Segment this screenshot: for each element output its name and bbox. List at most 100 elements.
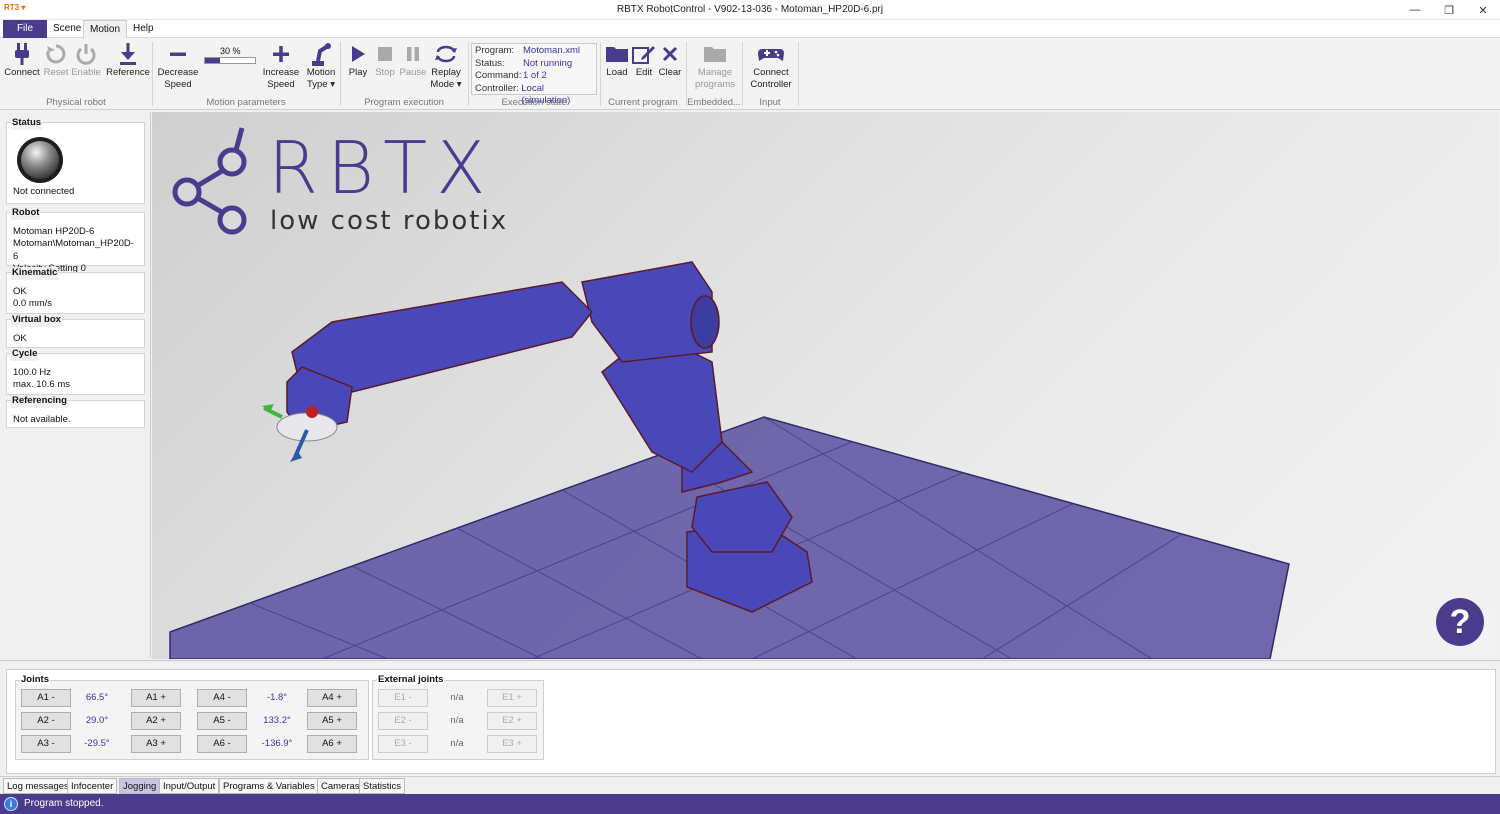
reference-button[interactable]: Reference [105,41,151,79]
close-button[interactable]: ✕ [1466,0,1500,20]
restore-button[interactable]: ❐ [1432,0,1466,20]
jog-plus-button[interactable]: A5 + [307,712,357,730]
logo-tagline: low cost robotix [270,206,509,236]
jog-minus-button[interactable]: A1 - [21,689,71,707]
group-embedded: Embedded... [687,97,741,108]
cycle-box: Cycle 100.0 Hz max. 10.6 ms [6,348,145,395]
ext-jog-minus-button[interactable]: E1 - [378,689,428,707]
logo-title: RBTX [268,126,495,210]
menu-file[interactable]: File [3,20,47,38]
stop-icon [378,47,392,61]
joint-value: -136.9° [261,738,293,749]
clear-button[interactable]: Clear [657,41,683,79]
joint-value: -1.8° [266,692,288,703]
speed-slider[interactable] [204,57,256,64]
ext-jog-plus-button[interactable]: E3 + [487,735,537,753]
robot-box: Robot Motoman HP20D-6 Motoman\Motoman_HP2… [6,207,145,274]
replay-mode-dropdown[interactable]: Replay Mode ▾ [428,41,464,91]
joint-value: 133.2° [263,715,291,726]
tab-statistics[interactable]: Statistics [359,778,406,794]
execution-state-panel: Program: Motoman.xml Status: Not running C… [471,43,597,106]
load-button[interactable]: Load [603,41,631,79]
menu-help[interactable]: Help [127,20,160,38]
minus-icon [170,52,186,56]
help-button[interactable]: ? [1436,598,1484,646]
reset-button[interactable]: Reset [42,41,70,79]
minimize-button[interactable]: — [1398,0,1432,20]
group-motion-parameters: Motion parameters [206,97,286,108]
window-title: RBTX RobotControl - V902-13-036 - Motoma… [616,4,884,15]
bottom-tabs: Log messages Infocenter Jogging Input/Outpu… [0,776,1500,794]
play-button[interactable]: Play [344,41,372,79]
tab-input-output[interactable]: Input/Output [159,778,220,794]
enable-button[interactable]: Enable [71,41,101,79]
jog-plus-button[interactable]: A4 + [307,689,357,707]
status-led-icon [16,136,66,184]
gamepad-icon [758,49,784,61]
folder-disabled-icon [704,47,726,62]
group-execution-state: Execution state [501,97,567,108]
ext-jog-plus-button[interactable]: E2 + [487,712,537,730]
jog-plus-button[interactable]: A1 + [131,689,181,707]
tab-cameras[interactable]: Cameras [317,778,364,794]
plus-icon [273,46,289,62]
3d-viewport[interactable]: RBTX low cost robotix ? [152,112,1498,659]
referencing-box: Referencing Not available. [6,395,145,428]
speed-value: 30 % [220,46,241,56]
group-program-execution: Program execution [364,97,444,108]
jog-minus-button[interactable]: A2 - [21,712,71,730]
stop-button[interactable]: Stop [372,41,398,79]
jog-minus-button[interactable]: A6 - [197,735,247,753]
play-icon [352,46,365,62]
ext-joint-value: n/a [450,715,464,726]
ext-jog-minus-button[interactable]: E2 - [378,712,428,730]
folder-icon [606,47,628,62]
connect-controller-button[interactable]: Connect Controller [746,41,796,91]
status-sidebar: Status Not connected Robot Motoman HP20D… [0,112,151,658]
manage-programs-button[interactable]: Manage programs [690,41,740,91]
ext-jog-plus-button[interactable]: E1 + [487,689,537,707]
connect-button[interactable]: Connect [4,41,40,79]
joint-value: 66.5° [85,692,109,703]
joint-value: 29.0° [85,715,109,726]
command-counter: 1 of 2 [523,70,547,81]
decrease-speed-button[interactable]: Decrease Speed [156,41,200,91]
tab-infocenter[interactable]: Infocenter [67,778,118,794]
group-input: Input [759,97,781,108]
robot-arm-icon [312,43,331,66]
increase-speed-button[interactable]: Increase Speed [260,41,302,91]
kinematic-box: Kinematic OK 0.0 mm/s [6,267,145,314]
plug-icon [15,43,29,65]
status-bar: i Program stopped. [0,794,1500,814]
jog-plus-button[interactable]: A6 + [307,735,357,753]
info-icon: i [4,797,18,811]
jog-minus-button[interactable]: A3 - [21,735,71,753]
motion-type-dropdown[interactable]: Motion Type ▾ [304,41,338,91]
program-name: Motoman.xml [523,45,581,56]
menu-scene[interactable]: Scene [47,20,87,38]
rbtx-logo-icon [172,127,247,235]
jog-minus-button[interactable]: A5 - [197,712,247,730]
group-current-program: Current program [608,97,678,108]
edit-button[interactable]: Edit [631,41,657,79]
tab-jogging[interactable]: Jogging [119,778,161,794]
group-physical-robot: Physical robot [46,97,106,108]
ext-jog-minus-button[interactable]: E3 - [378,735,428,753]
pause-icon [407,47,419,61]
menu-motion[interactable]: Motion [83,20,128,39]
download-arrow-icon [120,43,136,65]
jogging-panel: Joints External joints A1 -66.5° A1 + A4 -… [0,660,1500,776]
tab-programs-variables[interactable]: Programs & Variables [219,778,319,794]
tab-log-messages[interactable]: Log messages [3,778,73,794]
virtual-box-box: Virtual box OK [6,314,145,348]
status-box: Status Not connected [6,117,145,204]
pause-button[interactable]: Pause [398,41,428,79]
power-icon [76,44,96,65]
title-bar: RT3 ▾ RBTX RobotControl - V902-13-036 - … [0,0,1500,20]
jog-minus-button[interactable]: A4 - [197,689,247,707]
jog-plus-button[interactable]: A3 + [131,735,181,753]
x-icon [662,46,678,62]
status-text: Program stopped. [24,798,104,809]
ribbon: Connect Reset Enable Reference Physical … [0,38,1500,110]
jog-plus-button[interactable]: A2 + [131,712,181,730]
